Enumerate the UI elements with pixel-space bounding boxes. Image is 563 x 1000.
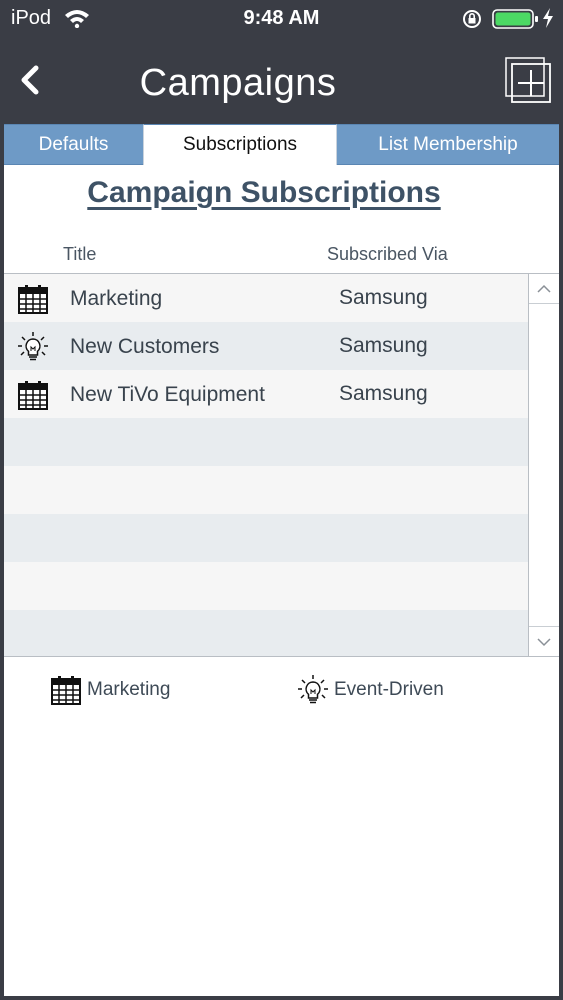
add-square-icon <box>505 57 551 103</box>
table-header: Title Subscribed Via <box>4 242 559 270</box>
add-campaign-button[interactable] <box>504 56 552 104</box>
rotation-lock-icon <box>463 10 481 28</box>
scrollbar[interactable] <box>528 274 559 656</box>
scroll-up-button[interactable] <box>529 274 559 304</box>
row-title: New TiVo Equipment <box>70 383 265 406</box>
column-header-subscribed-via[interactable]: Subscribed Via <box>327 244 448 265</box>
empty-row <box>4 466 528 514</box>
legend-item-event-driven: Event-Driven <box>297 672 444 708</box>
table-row[interactable]: New Customers Samsung <box>4 322 528 370</box>
lightbulb-icon <box>18 332 48 361</box>
lightbulb-icon <box>298 675 328 704</box>
battery-icon <box>492 9 538 29</box>
row-subscribed-via: Samsung <box>339 382 428 405</box>
subscriptions-table: Marketing Samsung New Customers Samsung … <box>4 273 559 657</box>
empty-row <box>4 418 528 466</box>
empty-row <box>4 562 528 610</box>
legend-item-marketing: Marketing <box>50 672 170 708</box>
table-row[interactable]: Marketing Samsung <box>4 274 528 322</box>
tab-bar: Defaults Subscriptions List Membership <box>4 124 559 165</box>
legend-label: Event-Driven <box>334 679 444 700</box>
charging-bolt-icon <box>543 8 553 28</box>
row-title: Marketing <box>70 287 163 310</box>
table-row[interactable]: New TiVo Equipment Samsung <box>4 370 528 418</box>
scroll-down-button[interactable] <box>529 626 559 656</box>
calendar-icon <box>18 381 48 410</box>
calendar-icon <box>51 676 81 705</box>
legend: Marketing Event-Driven <box>4 672 559 712</box>
row-title: New Customers <box>70 335 220 358</box>
legend-label: Marketing <box>87 679 171 700</box>
page-title: Campaigns <box>139 62 337 104</box>
row-subscribed-via: Samsung <box>339 334 428 357</box>
row-subscribed-via: Samsung <box>339 286 428 309</box>
empty-row <box>4 514 528 562</box>
tab-subscriptions[interactable]: Subscriptions <box>143 124 337 165</box>
table-body: Marketing Samsung New Customers Samsung … <box>4 274 528 656</box>
section-title: Campaign Subscriptions <box>87 176 441 209</box>
status-bar: iPod 9:48 AM <box>0 0 563 38</box>
content-panel: Defaults Subscriptions List Membership C… <box>4 124 559 996</box>
tab-defaults[interactable]: Defaults <box>4 124 143 165</box>
chevron-up-icon <box>537 284 551 293</box>
tab-list-membership[interactable]: List Membership <box>337 124 559 165</box>
chevron-down-icon <box>537 637 551 646</box>
empty-row <box>4 610 528 656</box>
navigation-bar: Campaigns <box>0 38 563 124</box>
calendar-icon <box>18 285 48 314</box>
column-header-title[interactable]: Title <box>63 244 96 265</box>
